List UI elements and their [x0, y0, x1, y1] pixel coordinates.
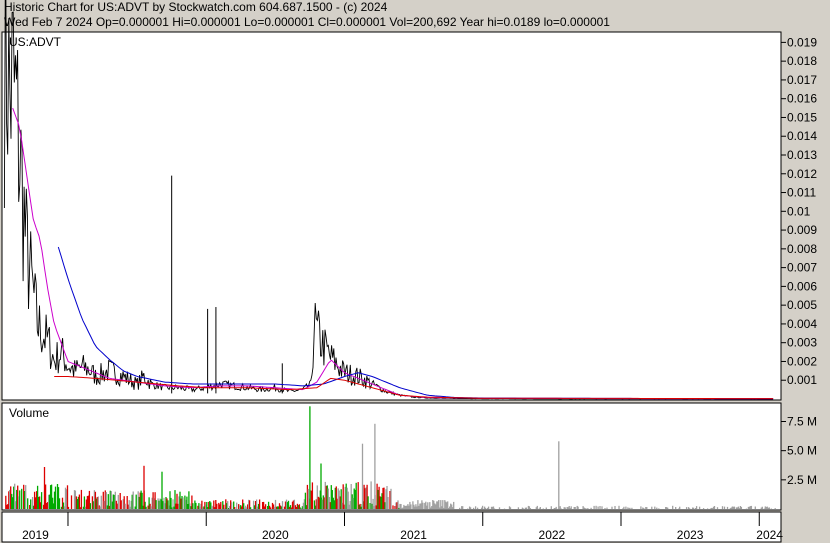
price-panel-title: US:ADVT: [9, 35, 62, 49]
price-y-tick-label: 0.007: [787, 261, 817, 275]
x-tick-label: 2021: [400, 528, 427, 542]
x-tick-label: 2023: [677, 528, 704, 542]
price-y-tick-label: 0.017: [787, 73, 817, 87]
price-y-tick-label: 0.015: [787, 110, 817, 124]
price-y-tick-label: 0.009: [787, 223, 817, 237]
x-tick-label: 2020: [262, 528, 289, 542]
price-y-tick-label: 0.006: [787, 279, 817, 293]
x-tick-label: 2022: [539, 528, 566, 542]
price-y-tick-label: 0.005: [787, 298, 817, 312]
volume-panel-title: Volume: [9, 406, 49, 420]
x-axis-strip: [1, 511, 782, 543]
price-y-tick-label: 0.011: [787, 186, 816, 200]
price-y-tick-label: 0.003: [787, 336, 817, 350]
x-tick-label: 2019: [22, 528, 49, 542]
price-y-tick-label: 0.014: [787, 129, 817, 143]
price-y-axis: 0.001 0.002 0.003 0.004 0.005 0.006 0.007 0.008…: [781, 35, 817, 387]
price-y-tick-label: 0.01: [787, 204, 811, 218]
chart-canvas: US:ADVT 0.0010.0020.0030.0040.0050.0060.…: [1, 0, 817, 543]
price-panel: [1, 31, 782, 401]
price-y-tick-label: 0.004: [787, 317, 817, 331]
price-y-tick-label: 0.019: [787, 35, 817, 49]
volume-y-tick-label: 2.5 M: [787, 473, 817, 487]
volume-y-tick-label: 5.0 M: [787, 444, 817, 458]
x-tick-label: 2024: [756, 528, 783, 542]
price-y-tick-label: 0.002: [787, 354, 817, 368]
price-y-tick-label: 0.012: [787, 167, 817, 181]
price-y-tick-label: 0.008: [787, 242, 817, 256]
price-y-tick-label: 0.018: [787, 54, 817, 68]
volume-y-axis: 2.5 M 5.0 M 7.5 M: [781, 415, 817, 487]
price-y-tick-label: 0.013: [787, 148, 817, 162]
price-y-tick-label: 0.016: [787, 92, 817, 106]
price-y-tick-label: 0.001: [787, 373, 817, 387]
volume-y-tick-label: 7.5 M: [787, 415, 817, 429]
